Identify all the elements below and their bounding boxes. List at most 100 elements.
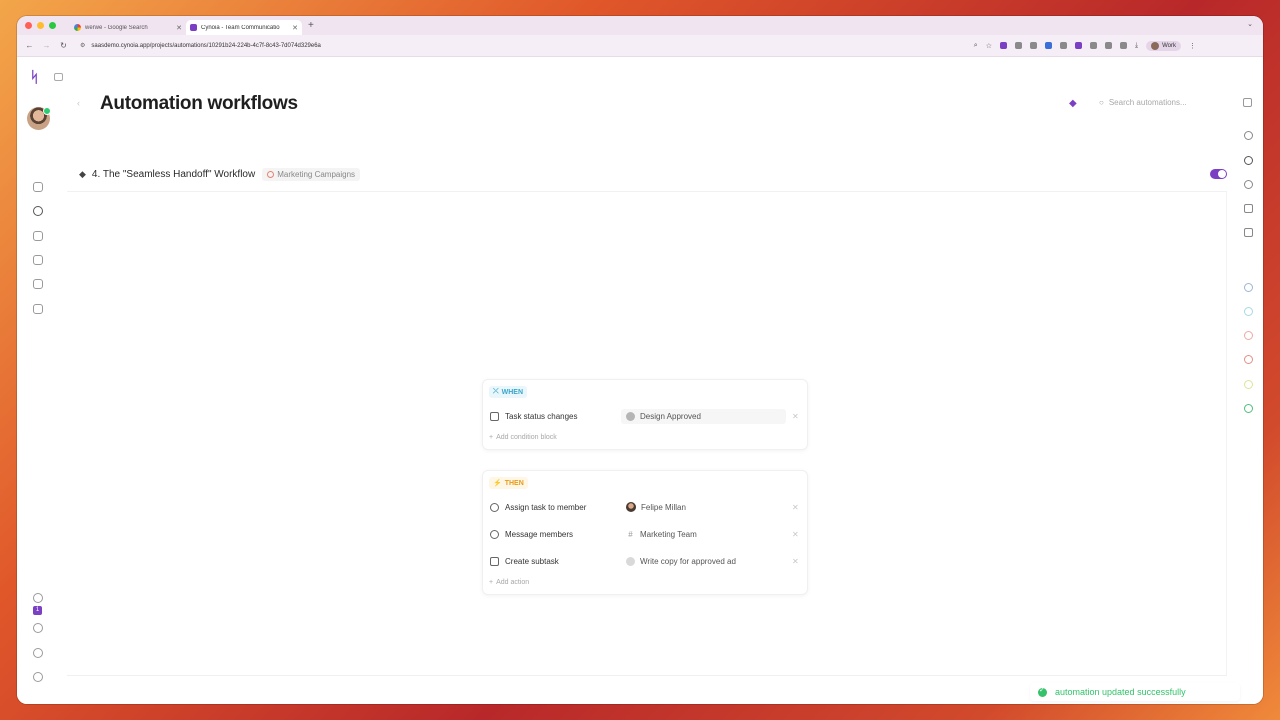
remove-condition-icon[interactable]: ✕ [792,412,800,421]
when-block: ⤫ WHEN Task status changes Design Approv… [482,379,808,450]
bookmark-star-icon[interactable]: ☆ [986,42,992,50]
url-field[interactable]: ⚙ saasdemo.cynoia.app/projects/automatio… [76,38,1206,54]
add-action-button[interactable]: + Add action [489,579,529,586]
new-tab-icon[interactable]: + [308,20,314,31]
forward-icon[interactable]: → [38,41,55,50]
remove-action-icon[interactable]: ✕ [792,503,800,512]
extension-icon[interactable] [1075,42,1082,49]
bolt-icon: ⚡ [493,480,502,487]
chart-icon[interactable] [1244,180,1253,189]
back-icon[interactable]: ← [21,41,38,50]
action-value[interactable]: # Marketing Team [621,526,786,542]
tab-title: werwe - Google Search [85,24,148,31]
help-icon[interactable] [33,672,43,682]
app-icon[interactable] [1244,404,1253,413]
extension-icon[interactable] [1105,42,1112,49]
browser-tab-cynoia[interactable]: Cynoia - Team Communicatio ✕ [186,20,302,35]
automation-icon[interactable] [33,206,43,216]
extension-icon[interactable] [1045,42,1052,49]
star-icon[interactable] [1244,156,1253,165]
subtask-node-icon [626,556,635,566]
then-label-text: THEN [504,479,524,487]
browser-tab-google[interactable]: werwe - Google Search ✕ [70,20,186,35]
extension-icon[interactable] [1030,42,1037,49]
sidebar-toggle-icon[interactable] [54,73,63,81]
action-label: Create subtask [505,556,559,566]
calendar-icon[interactable] [33,279,43,289]
folder-icon[interactable] [33,255,43,265]
subtask-icon [490,556,499,566]
cube-icon[interactable] [1244,131,1253,140]
action-value-text: Marketing Team [640,529,697,539]
workflow-project-tag[interactable]: Marketing Campaigns [262,167,361,181]
extension-icon[interactable] [1015,42,1022,49]
integrations-icon[interactable] [33,623,43,633]
zoom-icon[interactable]: ⌕ [974,42,978,50]
browser-window: werwe - Google Search ✕ Cynoia - Team Co… [17,16,1263,704]
workflow-header: ◆ 4. The "Seamless Handoff" Workflow Mar… [77,163,1227,185]
app-icon[interactable] [1244,380,1253,389]
cynoia-favicon-icon [190,24,197,31]
app-icon[interactable] [1244,355,1253,364]
project-icon [267,170,275,178]
search-box[interactable]: ○ [1095,93,1215,111]
condition-value[interactable]: Design Approved [621,408,786,424]
automation-bolt-icon[interactable]: ◆ [1069,98,1077,109]
back-arrow-icon[interactable]: ‹ [77,98,80,108]
search-input[interactable] [1108,97,1209,107]
reload-icon[interactable]: ↻ [55,41,72,50]
action-row[interactable]: Create subtask Write copy for approved a… [490,552,800,570]
tab-title: Cynoia - Team Communicatio [201,24,280,31]
tab-list-chevron-icon[interactable]: ⌄ [1247,20,1253,28]
workflow-diamond-icon: ◆ [79,168,86,179]
add-condition-button[interactable]: + Add condition block [489,434,557,441]
puzzle-icon[interactable] [1120,42,1127,49]
action-value[interactable]: Felipe Millan [621,499,786,515]
home-icon[interactable] [33,182,43,192]
download-icon[interactable]: ⤓ [1135,42,1138,50]
extension-icon[interactable] [1090,42,1097,49]
browser-menu-icon[interactable]: ⋮ [1189,42,1196,50]
extension-icon[interactable] [1060,42,1067,49]
then-label: ⚡ THEN [489,477,528,489]
site-info-icon[interactable]: ⚙ [80,42,85,49]
profile-avatar [1151,41,1160,50]
maximize-window-button[interactable] [49,22,56,29]
app-icon[interactable] [1244,283,1253,292]
documents-icon[interactable] [33,304,43,314]
when-label-text: WHEN [501,388,523,396]
close-tab-icon[interactable]: ✕ [176,24,182,32]
action-row[interactable]: Message members # Marketing Team ✕ [490,525,800,543]
minimize-window-button[interactable] [37,22,44,29]
workflow-enabled-toggle[interactable] [1210,169,1227,179]
condition-action: Task status changes [505,411,578,421]
remove-action-icon[interactable]: ✕ [792,530,800,539]
profile-label: Work [1162,42,1176,49]
tab-bar: werwe - Google Search ✕ Cynoia - Team Co… [17,16,1263,35]
plus-icon: + [489,579,494,586]
projects-icon[interactable] [33,231,43,241]
cynoia-logo-icon[interactable]: ᛋ [30,69,39,86]
left-sidebar: ᛋ 1 [17,58,63,704]
bell-icon[interactable] [33,593,43,603]
archive-icon[interactable] [1244,204,1253,213]
extension-icon[interactable] [1000,42,1007,49]
extensions-toolbar: ⌕ ☆ ⤓ Work ⋮ [974,40,1206,51]
user-avatar[interactable] [27,107,51,130]
check-status-icon [626,411,635,421]
right-rail [1239,58,1263,704]
page-title: Automation workflows [100,93,298,114]
action-value[interactable]: Write copy for approved ad [621,553,786,569]
notification-badge: 1 [33,606,42,615]
close-tab-icon[interactable]: ✕ [292,24,298,32]
workflow-title: 4. The "Seamless Handoff" Workflow [91,168,256,180]
settings-icon[interactable] [33,648,43,658]
app-icon[interactable] [1244,331,1253,340]
remove-action-icon[interactable]: ✕ [792,557,800,566]
condition-row[interactable]: Task status changes Design Approved ✕ [490,407,800,425]
action-row[interactable]: Assign task to member Felipe Millan ✕ [490,498,800,516]
table-icon[interactable] [1244,228,1253,237]
close-window-button[interactable] [25,22,32,29]
profile-chip[interactable]: Work [1146,40,1181,51]
app-icon[interactable] [1244,307,1253,316]
